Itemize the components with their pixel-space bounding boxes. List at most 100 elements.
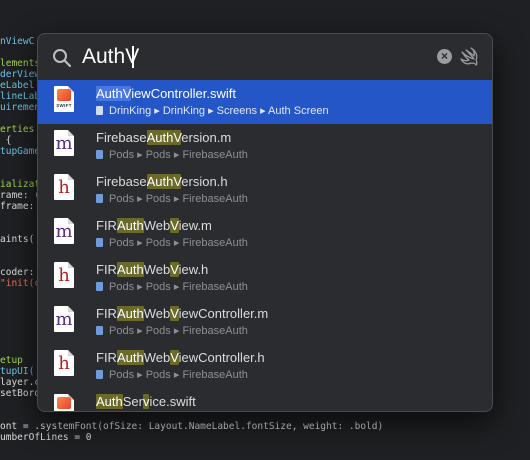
file-type-letter: h [58, 177, 70, 198]
result-row[interactable]: h FIRAuthWebView.h Pods ▸ Pods ▸ FirebaseA… [38, 256, 492, 300]
path-segment: Pods [109, 149, 135, 161]
match-highlight: V [170, 350, 179, 365]
header-file-icon: h [54, 350, 74, 376]
file-type-letter: h [58, 353, 70, 374]
file-name-segment: FIR [96, 350, 117, 365]
path-separator: ▸ [170, 281, 183, 293]
path-segment: Pods [145, 281, 171, 293]
file-path: Pods ▸ Pods ▸ FirebaseAuth [96, 192, 248, 205]
file-name-segment: Web [143, 350, 171, 365]
file-name-segment: Ser [122, 394, 143, 409]
file-name: FirebaseAuthVersion.h [96, 174, 228, 189]
file-type-letter: h [58, 265, 70, 286]
file-name-segment: FIR [96, 262, 117, 277]
path-segment: FirebaseAuth [182, 237, 248, 249]
match-highlight: Auth [96, 394, 123, 409]
code-line: rame: ( [0, 190, 41, 201]
header-file-icon: h [54, 262, 74, 288]
path-separator: ▸ [170, 237, 183, 249]
result-row[interactable]: m FIRAuthWebViewController.m Pods ▸ Pods ▸… [38, 300, 492, 344]
code-line: tupUI( [0, 366, 35, 377]
path-segment: Pods [145, 193, 171, 205]
file-name: AuthViewController.swift [96, 86, 236, 101]
file-name-segment: iewController.swift [131, 86, 236, 101]
path-segment: FirebaseAuth [182, 325, 248, 337]
code-line: tupGame [0, 146, 41, 157]
objc-implementation-file-icon: m [54, 306, 74, 332]
result-row[interactable]: h FirebaseAuthVersion.h Pods ▸ Pods ▸ Fire… [38, 168, 492, 212]
path-separator: ▸ [134, 237, 146, 249]
result-row[interactable]: m FIRAuthWebView.m Pods ▸ Pods ▸ FirebaseA… [38, 212, 492, 256]
code-line: eLabel [0, 80, 35, 91]
code-line: "init(c [0, 278, 41, 289]
search-icon [53, 49, 72, 68]
file-name: FirebaseAuthVersion.m [96, 130, 231, 145]
result-row[interactable]: h FIRAuthWebViewController.h Pods ▸ Pods ▸… [38, 344, 492, 388]
file-name: FIRAuthWebViewController.m [96, 306, 268, 321]
match-highlight: V [170, 218, 179, 233]
path-separator: ▸ [151, 105, 163, 117]
code-line: layer.c [0, 377, 41, 388]
file-name-segment: Web [143, 262, 171, 277]
objc-implementation-file-icon: m [54, 218, 74, 244]
file-path: Pods ▸ Pods ▸ FirebaseAuth [96, 236, 248, 249]
text-cursor [132, 46, 134, 68]
file-name-segment: ice.swift [149, 394, 196, 409]
path-separator: ▸ [170, 149, 183, 161]
code-line: uiremen [0, 102, 41, 113]
swift-file-icon: SWIFT [54, 86, 74, 112]
path-segment: FirebaseAuth [182, 369, 248, 381]
swift-badge-label: SWIFT [56, 103, 72, 108]
file-name-segment: iew.h [178, 262, 209, 277]
path-segment: Pods [109, 369, 135, 381]
file-name: FIRAuthWebView.m [96, 218, 212, 233]
file-name-segment: Web [143, 218, 171, 233]
path-segment: Auth Screen [268, 105, 329, 117]
file-name: FIRAuthWebViewController.h [96, 350, 265, 365]
path-segment: Pods [145, 237, 171, 249]
result-row[interactable]: SWIFT AuthService.swift [38, 388, 492, 411]
result-row[interactable]: SWIFT AuthViewController.swift DrinKing ▸ … [38, 80, 492, 124]
match-highlight: V [122, 86, 132, 101]
path-separator: ▸ [134, 281, 146, 293]
file-name-segment: FIR [96, 218, 117, 233]
header-file-icon: h [54, 174, 74, 200]
path-segment: Pods [109, 325, 135, 337]
folder-icon [96, 150, 103, 159]
folder-icon [96, 106, 103, 115]
path-segment: Pods [109, 237, 135, 249]
path-separator: ▸ [170, 325, 183, 337]
file-path: Pods ▸ Pods ▸ FirebaseAuth [96, 324, 248, 337]
path-segment: DrinKing [109, 105, 152, 117]
file-path: DrinKing ▸ DrinKing ▸ Screens ▸ Auth Scr… [96, 104, 329, 117]
folder-icon [96, 282, 103, 291]
clear-x-icon[interactable]: × [437, 49, 452, 64]
match-highlight: V [170, 262, 179, 277]
match-highlight: Auth [116, 218, 144, 233]
file-type-letter: m [55, 309, 73, 330]
code-line: derView [0, 69, 41, 80]
search-bar: × [38, 34, 492, 81]
path-separator: ▸ [134, 369, 146, 381]
match-highlight: Auth [146, 130, 174, 145]
path-separator: ▸ [170, 369, 183, 381]
code-line: aints( [0, 234, 35, 245]
file-name-segment: ersion.h [181, 174, 228, 189]
path-segment: DrinKing [162, 105, 206, 117]
code-line: etup [0, 355, 23, 366]
result-row[interactable]: m FirebaseAuthVersion.m Pods ▸ Pods ▸ Fire… [38, 124, 492, 168]
path-segment: FirebaseAuth [182, 193, 248, 205]
objc-implementation-file-icon: m [54, 130, 74, 156]
folder-icon [96, 194, 103, 203]
path-segment: Pods [109, 193, 135, 205]
file-type-letter: m [55, 133, 73, 154]
match-highlight: Auth [116, 306, 144, 321]
file-name: FIRAuthWebView.h [96, 262, 208, 277]
code-line: nViewC [0, 36, 35, 47]
path-segment: FirebaseAuth [182, 149, 248, 161]
file-path: Pods ▸ Pods ▸ FirebaseAuth [96, 280, 248, 293]
folder-icon [96, 326, 103, 335]
match-highlight: Auth [116, 350, 144, 365]
swift-bird-icon[interactable] [459, 47, 479, 67]
path-separator: ▸ [134, 149, 146, 161]
